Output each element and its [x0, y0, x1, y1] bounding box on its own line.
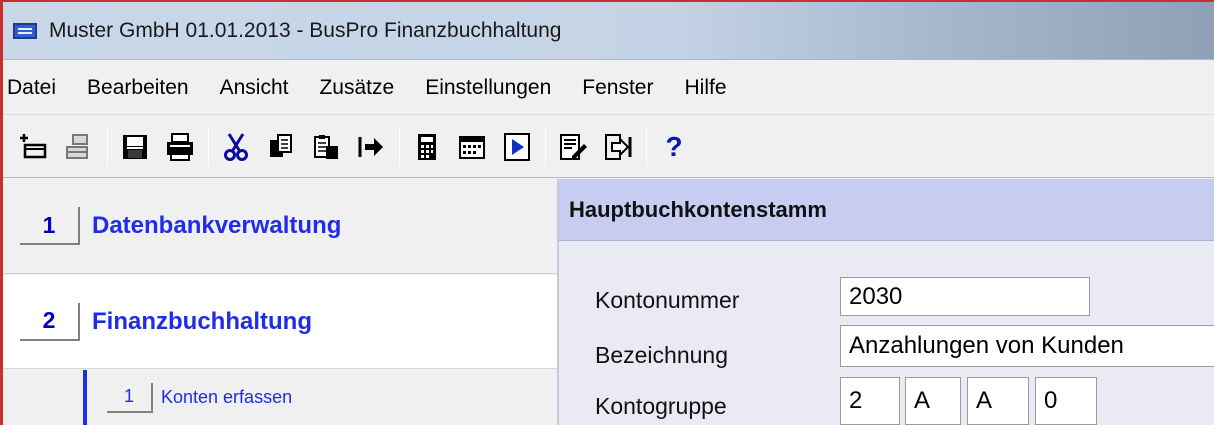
export-icon[interactable] — [354, 130, 388, 164]
window-title: Muster GmbH 01.01.2013 - BusPro Finanzbu… — [49, 18, 562, 42]
kontonummer-field[interactable]: 2030 — [840, 277, 1090, 316]
nav-item-label: Finanzbuchhaltung — [92, 307, 312, 335]
nav-subitem-label: Konten erfassen — [161, 387, 293, 407]
exit-icon[interactable] — [601, 130, 635, 164]
bezeichnung-label: Bezeichnung — [595, 342, 728, 368]
cut-icon[interactable] — [219, 130, 253, 164]
menu-zusaetze[interactable]: Zusätze — [302, 76, 408, 100]
help-label: ? — [665, 130, 683, 162]
toolbar-separator — [399, 127, 400, 166]
kontogruppe-label: Kontogruppe — [595, 393, 727, 419]
menu-einstellungen[interactable]: Einstellungen — [408, 76, 565, 100]
help-icon[interactable]: ? — [657, 130, 691, 164]
toolbar-separator — [646, 127, 647, 166]
new-icon[interactable] — [17, 130, 51, 164]
menu-bearbeiten[interactable]: Bearbeiten — [70, 76, 203, 100]
menu-bar: Datei Bearbeiten Ansicht Zusätze Einstel… — [3, 61, 1214, 115]
nav-item-number: 1 — [20, 207, 80, 245]
nav-subitem-konten-erfassen[interactable]: 1 Konten erfassen — [83, 370, 557, 425]
kontogruppe-field-3[interactable]: A — [967, 377, 1029, 425]
nav-item-finanzbuchhaltung[interactable]: 2 Finanzbuchhaltung — [3, 275, 557, 369]
copy-icon[interactable] — [264, 130, 298, 164]
kontonummer-label: Kontonummer — [595, 287, 740, 313]
kontogruppe-field-1[interactable]: 2 — [840, 377, 900, 425]
play-icon[interactable] — [500, 130, 534, 164]
toolbar-separator — [107, 127, 108, 166]
window-app-icon[interactable] — [13, 22, 37, 39]
title-bar: Muster GmbH 01.01.2013 - BusPro Finanzbu… — [3, 2, 1214, 60]
menu-hilfe[interactable]: Hilfe — [667, 76, 740, 100]
toolbar-separator — [545, 127, 546, 166]
print-icon[interactable] — [163, 130, 197, 164]
kontogruppe-field-4[interactable]: 0 — [1035, 377, 1097, 425]
menu-datei[interactable]: Datei — [3, 76, 70, 100]
panel-title: Hauptbuchkontenstamm — [559, 179, 1214, 241]
calendar-icon[interactable] — [455, 130, 489, 164]
nav-subitem-number: 1 — [107, 382, 153, 413]
left-navigation: 1 Datenbankverwaltung 2 Finanzbuchhaltun… — [3, 179, 557, 425]
nav-item-datenbankverwaltung[interactable]: 1 Datenbankverwaltung — [3, 179, 557, 274]
content-panel: Hauptbuchkontenstamm Kontonummer 2030 Be… — [557, 179, 1214, 425]
calculator-icon[interactable] — [410, 130, 444, 164]
toolbar: ? — [3, 116, 1214, 178]
paste-icon[interactable] — [309, 130, 343, 164]
save-icon[interactable] — [118, 130, 152, 164]
nav-item-label: Datenbankverwaltung — [92, 212, 342, 239]
menu-ansicht[interactable]: Ansicht — [203, 76, 303, 100]
menu-fenster[interactable]: Fenster — [565, 76, 667, 100]
edit-icon[interactable] — [556, 130, 590, 164]
kontogruppe-field-2[interactable]: A — [905, 377, 961, 425]
bezeichnung-field[interactable]: Anzahlungen von Kunden — [840, 325, 1214, 367]
nav-item-number: 2 — [20, 302, 80, 341]
tree-icon[interactable] — [62, 130, 96, 164]
toolbar-separator — [208, 127, 209, 166]
